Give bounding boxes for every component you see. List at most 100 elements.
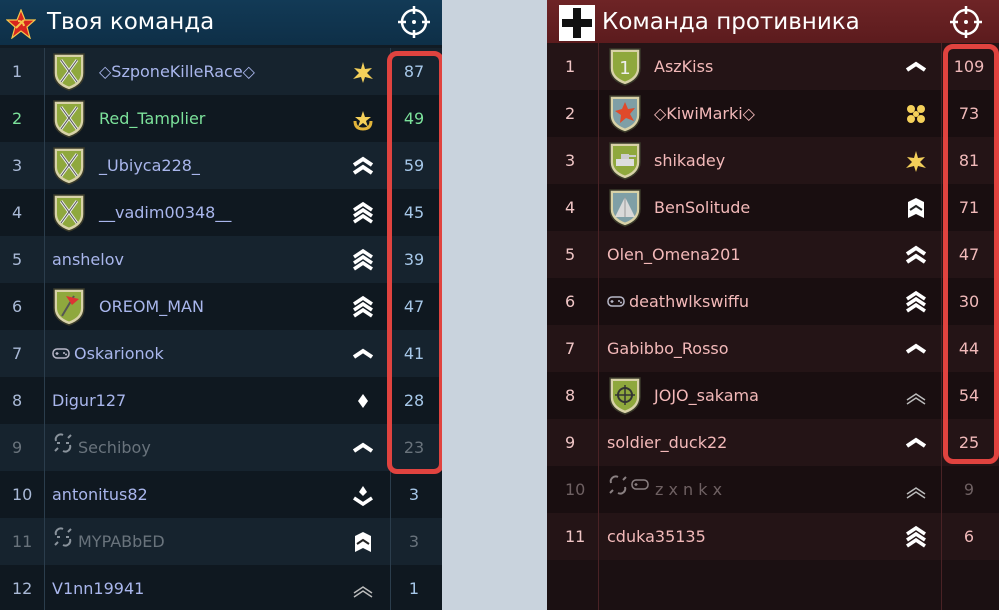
player-name[interactable]: cduka35135	[607, 513, 706, 560]
player-name[interactable]: shikadey	[654, 137, 725, 184]
player-row[interactable]: 6 OREOM_MAN 47	[0, 283, 442, 330]
crosshair-icon[interactable]	[397, 5, 431, 39]
column-divider	[941, 43, 942, 610]
player-position: 9	[565, 433, 576, 452]
player-position: 1	[12, 62, 23, 81]
player-name[interactable]: antonitus82	[52, 471, 148, 518]
score-highlight-box	[387, 51, 442, 474]
player-name-text: Olen_Omena201	[607, 245, 741, 264]
your-team-title: Твоя команда	[47, 9, 215, 35]
single-chevron-icon	[905, 61, 927, 72]
player-name[interactable]: z x n k x	[607, 466, 722, 513]
player-row[interactable]: 9 soldier_duck22 25	[547, 419, 999, 466]
player-position: 4	[12, 203, 23, 222]
player-row[interactable]: 3 _Ubiyca228_ 59	[0, 142, 442, 189]
player-position: 2	[12, 109, 23, 128]
player-name-text: JOJO_sakama	[654, 386, 759, 405]
player-position: 7	[12, 344, 23, 363]
triple-chevron-icon	[353, 201, 373, 224]
player-name[interactable]: _Ubiyca228_	[99, 142, 200, 189]
player-row[interactable]: 9 Sechiboy 23	[0, 424, 442, 471]
player-position: 10	[12, 485, 33, 504]
player-name-text: AszKiss	[654, 57, 714, 76]
column-divider	[598, 43, 599, 610]
player-row[interactable]: 5 anshelov 39	[0, 236, 442, 283]
star-burst-icon	[353, 62, 373, 83]
enemy-team-title: Команда противника	[602, 9, 860, 35]
player-row[interactable]: 3 shikadey 81	[547, 137, 999, 184]
number-one-emblem-icon: 1	[609, 48, 641, 86]
player-name[interactable]: deathwlkswiffu	[607, 278, 749, 325]
player-row[interactable]: 5 Olen_Omena201 47	[547, 231, 999, 278]
double-chevron-icon	[352, 156, 374, 175]
player-name-text: shikadey	[654, 151, 726, 170]
player-name[interactable]: Olen_Omena201	[607, 231, 741, 278]
player-row[interactable]: 1 1 AszKiss 109	[547, 43, 999, 90]
player-name-text: ◇KiwiMarki◇	[654, 104, 755, 123]
player-name-text: __vadim00348__	[99, 203, 232, 222]
player-name[interactable]: ◇SzponeKilleRace◇	[99, 48, 255, 95]
crosshair-emblem-icon	[609, 377, 641, 415]
player-name[interactable]: JOJO_sakama	[654, 372, 759, 419]
player-row[interactable]: 10 z x n k x 9	[547, 466, 999, 513]
player-position: 2	[565, 104, 576, 123]
player-row[interactable]: 11 MYPABbED 3	[0, 518, 442, 565]
player-position: 6	[12, 297, 23, 316]
player-row[interactable]: 6 deathwlkswiffu 30	[547, 278, 999, 325]
player-name[interactable]: V1nn19941	[52, 565, 144, 610]
player-name-text: cduka35135	[607, 527, 706, 546]
player-row[interactable]: 7 Oskarionok 41	[0, 330, 442, 377]
player-name[interactable]: Digur127	[52, 377, 126, 424]
thin-chevron-icon	[906, 487, 926, 499]
crosshair-icon[interactable]	[949, 5, 983, 39]
player-name[interactable]: Gabibbo_Rosso	[607, 325, 729, 372]
layered-chevron-icon	[353, 486, 373, 507]
player-row[interactable]: 11 cduka35135 6	[547, 513, 999, 560]
player-name-text: V1nn19941	[52, 579, 145, 598]
double-chevron-icon	[905, 245, 927, 264]
player-name-text: MYPABbED	[78, 532, 165, 551]
player-name-text: Sechiboy	[78, 438, 151, 457]
player-name-text: Digur127	[52, 391, 127, 410]
player-row[interactable]: 10 antonitus82 3	[0, 471, 442, 518]
player-row[interactable]: 4 __vadim00348__ 45	[0, 189, 442, 236]
player-name-text: ◇SzponeKilleRace◇	[99, 62, 255, 81]
player-name[interactable]: anshelov	[52, 236, 124, 283]
triple-chevron-icon	[906, 525, 926, 548]
gamepad-icon	[52, 331, 70, 378]
player-position: 4	[565, 198, 576, 217]
player-position: 3	[565, 151, 576, 170]
player-name[interactable]: Red_Tamplier	[99, 95, 205, 142]
player-row[interactable]: 2 ◇KiwiMarki◇ 73	[547, 90, 999, 137]
player-name[interactable]: MYPABbED	[52, 518, 165, 565]
enemy-team-header: Команда противника	[547, 0, 999, 45]
player-name[interactable]: OREOM_MAN	[99, 283, 204, 330]
player-name[interactable]: __vadim00348__	[99, 189, 231, 236]
player-position: 8	[12, 391, 23, 410]
star-burst-icon	[906, 151, 926, 172]
player-name[interactable]: soldier_duck22	[607, 419, 727, 466]
player-name[interactable]: ◇KiwiMarki◇	[654, 90, 755, 137]
swords-emblem-icon	[53, 53, 85, 91]
player-name[interactable]: Oskarionok	[52, 330, 164, 377]
player-row[interactable]: 8 Digur127 28	[0, 377, 442, 424]
gamepad-icon	[607, 279, 625, 326]
player-position: 12	[12, 579, 33, 598]
player-name[interactable]: BenSolitude	[654, 184, 750, 231]
player-row[interactable]: 2 Red_Tamplier 49	[0, 95, 442, 142]
player-row[interactable]: 8 JOJO_sakama 54	[547, 372, 999, 419]
player-row[interactable]: 4 BenSolitude 71	[547, 184, 999, 231]
player-name-text: deathwlkswiffu	[629, 292, 750, 311]
triple-chevron-icon	[353, 295, 373, 318]
player-row[interactable]: 12 V1nn19941 1	[0, 565, 442, 610]
player-name[interactable]: AszKiss	[654, 43, 713, 90]
player-score: 9	[963, 480, 975, 499]
player-name[interactable]: Sechiboy	[52, 424, 151, 471]
gold-stars-icon	[907, 105, 925, 123]
player-position: 11	[565, 527, 586, 546]
swords-emblem-icon	[53, 100, 85, 138]
triple-chevron-icon	[906, 290, 926, 313]
player-row[interactable]: 7 Gabibbo_Rosso 44	[547, 325, 999, 372]
player-position: 8	[565, 386, 576, 405]
player-row[interactable]: 1 ◇SzponeKilleRace◇ 87	[0, 48, 442, 95]
